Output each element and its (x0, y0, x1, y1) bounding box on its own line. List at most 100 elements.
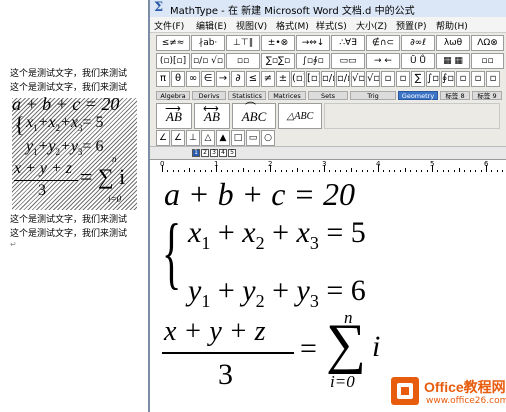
filled-triangle-button[interactable]: ▲ (216, 130, 230, 146)
nth-root-button[interactable]: √▫ (366, 71, 380, 87)
tab-geometry[interactable]: Geometry (398, 91, 438, 100)
integral-templates-button[interactable]: ∫▫∮▫ (296, 53, 330, 69)
greek-lower-palette-button[interactable]: λωθ (436, 35, 470, 51)
symbol-toolbar: ≤≠≈ ∤ab· ⊥⊤∥ ±•⊗ →⇔↓ ∴∀∃ ∉∩⊂ ∂∞ℓ λωθ ΛΩ⊗… (150, 33, 506, 154)
menu-format[interactable]: 格式(M) (276, 19, 309, 32)
menu-size[interactable]: 大小(Z) (356, 19, 387, 32)
menu-view[interactable]: 视图(V) (236, 19, 267, 32)
measured-angle-button[interactable]: ∠ (171, 130, 185, 146)
circle-button[interactable]: ○ (261, 130, 275, 146)
ruler-bar: 1 2 3 4 5 0 1 2 3 4 5 6 (150, 146, 506, 173)
tab-9[interactable]: 标签 9 (472, 91, 502, 100)
menu-file[interactable]: 文件(F) (154, 19, 184, 32)
size-button-4[interactable]: 4 (219, 149, 227, 157)
element-of-button[interactable]: ∈ (201, 71, 215, 87)
small-fraction-button[interactable]: ▫/▫ (336, 71, 350, 87)
theta-button[interactable]: θ (171, 71, 185, 87)
plus-minus-button[interactable]: ± (276, 71, 290, 87)
doc-eq-frac-num: x + y + z (14, 160, 73, 177)
angle-button[interactable]: ∠ (156, 130, 170, 146)
bar-templates-button[interactable]: ▭▭ (331, 53, 365, 69)
matrix-templates-button[interactable]: ▦ ▦ (436, 53, 470, 69)
sum-lower-limit: i=0 (330, 372, 355, 391)
sqrt-button[interactable]: √▫ (351, 71, 365, 87)
fraction-radical-templates-button[interactable]: ▫/▫ √▫ (191, 53, 225, 69)
watermark: Office教程网 www.office26.com (386, 372, 506, 412)
relations-palette-button[interactable]: ≤≠≈ (156, 35, 190, 51)
perpendicular-button[interactable]: ⊥ (186, 130, 200, 146)
menu-bar: 文件(F) 编辑(E) 视图(V) 格式(M) 样式(S) 大小(Z) 预置(P… (150, 17, 506, 33)
subscript-button[interactable]: ▫ (396, 71, 410, 87)
misc-palette-button[interactable]: ∂∞ℓ (401, 35, 435, 51)
menu-edit[interactable]: 编辑(E) (196, 19, 227, 32)
overbar-button[interactable]: ▫ (456, 71, 470, 87)
fraction-bar (162, 352, 294, 354)
watermark-url: www.office26.com (426, 396, 506, 406)
ruler[interactable]: 0 1 2 3 4 5 6 (150, 159, 506, 173)
spaces-palette-button[interactable]: ∤ab· (191, 35, 225, 51)
arrows-palette-button[interactable]: →⇔↓ (296, 35, 330, 51)
infinity-button[interactable]: ∞ (186, 71, 200, 87)
superscript-button[interactable]: ▫ (381, 71, 395, 87)
less-equal-button[interactable]: ≤ (246, 71, 260, 87)
menu-style[interactable]: 样式(S) (316, 19, 347, 32)
equals-sign: = (300, 332, 317, 365)
tab-8[interactable]: 标签 8 (440, 91, 470, 100)
paragraph-mark: ↵ (10, 240, 17, 249)
equation-line-1: a + b + c = 20 (164, 176, 355, 212)
matrix-button[interactable]: ▫ (471, 71, 485, 87)
not-equal-button[interactable]: ≠ (261, 71, 275, 87)
pi-button[interactable]: π (156, 71, 170, 87)
matrix-2-button[interactable]: ▫ (486, 71, 500, 87)
parentheses-button[interactable]: (▫) (291, 71, 305, 87)
doc-eq-line1: a + b + c = 20 (12, 94, 120, 114)
doc-text-line: 这个是测试文字，我们来测试 (10, 83, 128, 93)
tab-trig[interactable]: Trig (350, 91, 396, 100)
product-templates-button[interactable]: Ū Ů (401, 53, 435, 69)
doc-eq-line3: y1+y2+y3= 6 (26, 138, 104, 158)
fraction-button[interactable]: ▫/▫ (321, 71, 335, 87)
arc-abc-button[interactable]: ⌒ ABC (232, 102, 276, 129)
sets-palette-button[interactable]: ∉∩⊂ (366, 35, 400, 51)
triangle-abc-button[interactable]: △ABC (278, 103, 322, 129)
fence-templates-button[interactable]: (▫)[▫] (156, 53, 190, 69)
doc-eq-sum-top: n (112, 154, 117, 164)
tab-sets[interactable]: Sets (308, 91, 348, 100)
operators-palette-button[interactable]: ±•⊗ (261, 35, 295, 51)
partial-button[interactable]: ∂ (231, 71, 245, 87)
brackets-button[interactable]: [▫] (306, 71, 320, 87)
word-document: 这个是测试文字，我们来测试 这个是测试文字，我们来测试 a + b + c = … (0, 0, 150, 412)
sum-button[interactable]: ∑ (411, 71, 425, 87)
doc-eq-frac-den: 3 (38, 182, 46, 199)
title-bar[interactable]: Σ MathType - 在 新建 Microsoft Word 文档.d 中的… (150, 0, 506, 18)
rectangle-button[interactable]: ▭ (246, 130, 260, 146)
arrow-templates-button[interactable]: → ← (366, 53, 400, 69)
double-arrow-ab-button[interactable]: ⟷ AB (194, 103, 230, 129)
size-button-1[interactable]: 1 (192, 149, 200, 157)
integral-button[interactable]: ∫▫ (426, 71, 440, 87)
sum-variable: i (372, 330, 381, 363)
size-button-3[interactable]: 3 (210, 149, 218, 157)
box-templates-button[interactable]: ▫▫ (471, 53, 504, 69)
triangle-button[interactable]: △ (201, 130, 215, 146)
greek-upper-palette-button[interactable]: ΛΩ⊗ (471, 35, 504, 51)
menu-help[interactable]: 帮助(H) (436, 19, 468, 32)
tab-matrices[interactable]: Matrices (268, 91, 306, 100)
contour-integral-button[interactable]: ∮▫ (441, 71, 455, 87)
square-button[interactable]: □ (231, 130, 245, 146)
script-templates-button[interactable]: ▫▫ (226, 53, 260, 69)
menu-preferences[interactable]: 预置(P) (396, 19, 426, 32)
size-button-2[interactable]: 2 (201, 149, 209, 157)
arrow-button[interactable]: → (216, 71, 230, 87)
mathtype-window: Σ MathType - 在 新建 Microsoft Word 文档.d 中的… (148, 0, 506, 412)
doc-equation-object[interactable]: a + b + c = 20 { x1+x2+x3= 5 y1+y2+y3= 6… (12, 94, 137, 210)
summation-templates-button[interactable]: ∑▫∑▫ (261, 53, 295, 69)
doc-text-line: 这个是测试文字，我们来测试 (10, 215, 128, 225)
summation-symbol: ∑ (326, 313, 366, 375)
embellish-palette-button[interactable]: ⊥⊤∥ (226, 35, 260, 51)
vector-ab-button[interactable]: ⟶ AB (156, 103, 192, 129)
fraction-numerator: x + y + z (164, 316, 266, 347)
doc-text-line: 这个是测试文字，我们来测试 (10, 229, 128, 239)
logic-palette-button[interactable]: ∴∀∃ (331, 35, 365, 51)
size-button-5[interactable]: 5 (228, 149, 236, 157)
